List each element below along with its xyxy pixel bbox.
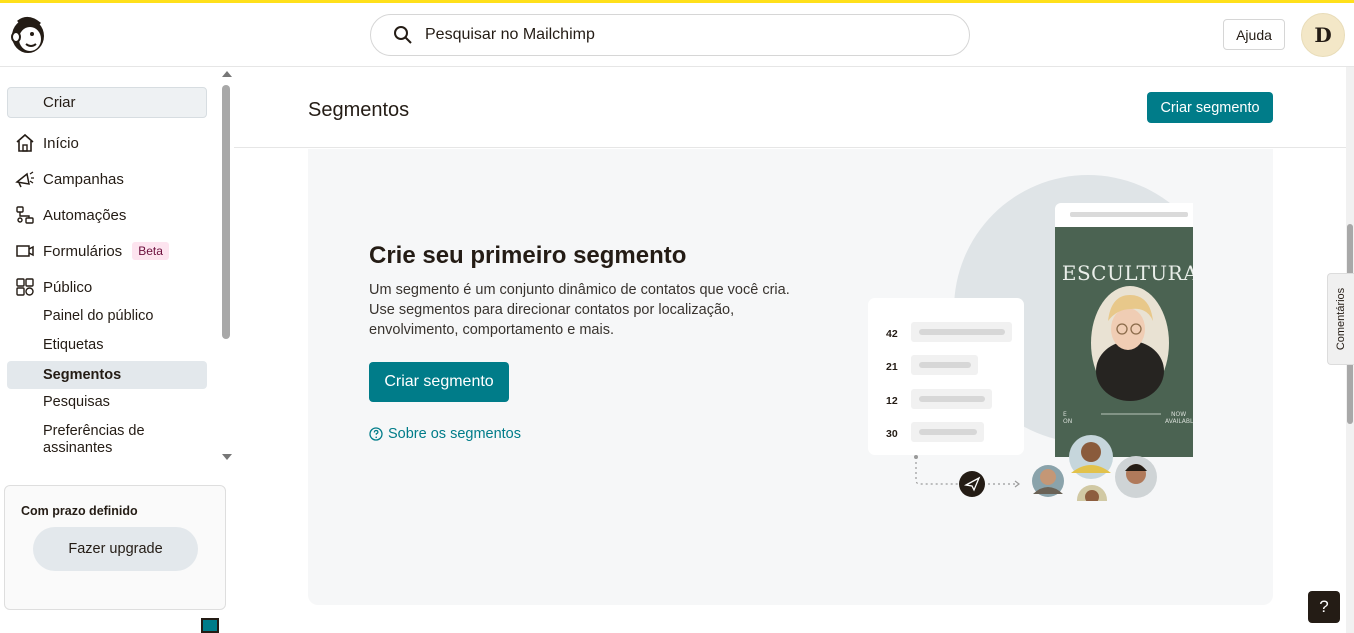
sidebar-item-automations[interactable]: Automações	[7, 201, 207, 229]
page-title: Segmentos	[308, 99, 410, 121]
empty-state-description: Um segmento é um conjunto dinâmico de co…	[369, 282, 790, 338]
empty-state-title: Crie seu primeiro segmento	[369, 242, 687, 269]
search-bar[interactable]	[370, 14, 970, 56]
sidebar: Criar Início Campanhas Automações Formul…	[0, 67, 234, 633]
about-segments-link-text: Sobre os segmentos	[388, 426, 521, 442]
automations-icon	[7, 201, 43, 229]
count-1: 42	[886, 328, 898, 340]
sidebar-item-forms[interactable]: Formulários Beta	[7, 237, 207, 265]
segments-illustration: ESCULTURA E ON NOW AVAILABLE 42 21 12 30	[868, 175, 1193, 501]
create-segment-button[interactable]: Criar segmento	[369, 362, 509, 402]
feedback-tab-label: Comentários	[1335, 287, 1348, 351]
sidebar-item-label: Público	[43, 278, 93, 296]
top-bar: Ajuda D	[0, 3, 1354, 67]
feedback-tab[interactable]: Comentários	[1327, 273, 1354, 365]
main-content: Segmentos Criar segmento Crie seu primei…	[234, 67, 1354, 633]
sidebar-scroll-thumb[interactable]	[222, 85, 230, 339]
count-3: 12	[886, 395, 898, 407]
sidebar-item-label: Automações	[43, 206, 127, 224]
search-icon	[394, 26, 412, 44]
plan-title: Com prazo definido	[21, 504, 138, 518]
sidebar-subitem-audience-dashboard[interactable]: Painel do público	[7, 308, 207, 325]
plan-card: Com prazo definido Fazer upgrade	[4, 485, 226, 610]
sidebar-item-home[interactable]: Início	[7, 129, 207, 157]
poster-footer-left: E	[1063, 411, 1067, 418]
audience-icon	[7, 273, 43, 301]
poster-title: ESCULTURA	[1062, 261, 1193, 285]
upgrade-button[interactable]: Fazer upgrade	[33, 527, 198, 571]
count-4: 30	[886, 428, 898, 440]
search-input[interactable]	[425, 26, 925, 44]
scroll-down-arrow-icon[interactable]	[222, 454, 232, 460]
create-segment-header-button[interactable]: Criar segmento	[1147, 92, 1273, 123]
send-icon	[959, 471, 985, 497]
mailchimp-logo-icon[interactable]	[8, 14, 48, 56]
svg-text:AVAILABLE: AVAILABLE	[1165, 418, 1193, 425]
count-2: 21	[886, 361, 898, 373]
page-header: Segmentos Criar segmento	[234, 67, 1346, 148]
svg-text:ON: ON	[1063, 418, 1072, 425]
sidebar-item-label: Formulários	[43, 242, 123, 260]
create-button[interactable]: Criar	[7, 87, 207, 118]
beta-badge: Beta	[132, 242, 169, 260]
megaphone-icon	[7, 165, 43, 193]
help-circle-icon	[369, 427, 383, 441]
sidebar-subitem-segments[interactable]: Segmentos	[7, 361, 207, 389]
sidebar-scrollbar[interactable]	[220, 67, 234, 467]
sidebar-item-label: Início	[43, 134, 79, 152]
home-icon	[7, 129, 43, 157]
sidebar-subitem-subscriber-preferences[interactable]: Preferências de assinantes	[7, 423, 157, 457]
sidebar-subitem-tags[interactable]: Etiquetas	[7, 337, 207, 354]
avatar[interactable]: D	[1301, 13, 1345, 57]
panel-toggle-icon[interactable]	[201, 618, 219, 633]
forms-icon	[7, 237, 43, 265]
about-segments-link[interactable]: Sobre os segmentos	[369, 426, 521, 442]
sidebar-item-audience[interactable]: Público	[7, 273, 207, 301]
sidebar-item-label: Campanhas	[43, 170, 124, 188]
scroll-up-arrow-icon[interactable]	[222, 71, 232, 77]
sidebar-subitem-surveys[interactable]: Pesquisas	[7, 394, 207, 411]
svg-text:NOW: NOW	[1171, 411, 1186, 418]
help-fab-button[interactable]: ?	[1308, 591, 1340, 623]
empty-state-card: Crie seu primeiro segmento Um segmento é…	[308, 149, 1273, 605]
sidebar-item-campaigns[interactable]: Campanhas	[7, 165, 207, 193]
help-button[interactable]: Ajuda	[1223, 19, 1285, 50]
